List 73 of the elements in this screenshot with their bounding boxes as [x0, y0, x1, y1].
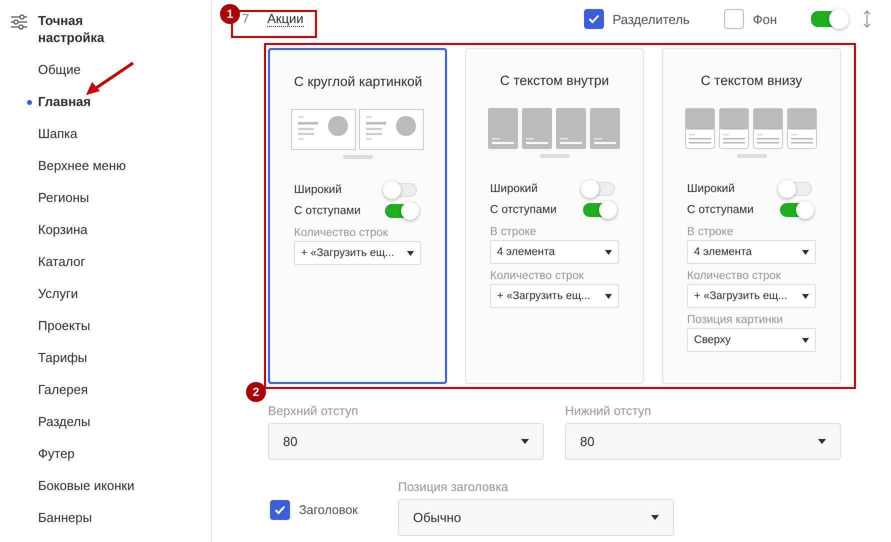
sidebar-item[interactable]: Проекты: [10, 316, 211, 348]
check-icon: [588, 14, 600, 24]
toggle-switch[interactable]: [811, 11, 847, 27]
sidebar-item[interactable]: Тарифы: [10, 348, 211, 380]
block-name-link[interactable]: Акции: [267, 11, 304, 27]
dropdown[interactable]: 80: [268, 423, 544, 460]
check-icon: [274, 505, 286, 515]
sidebar-item[interactable]: Галерея: [10, 380, 211, 412]
block-number: 7: [242, 11, 250, 27]
toggle-switch[interactable]: [780, 202, 812, 216]
layout-card[interactable]: С текстом внизу Широкий С отступами В строке 4 элемента Количество строк + «Загрузить ещ... Позиция картинки Сверху: [662, 48, 841, 384]
field-label: В строке: [687, 226, 734, 238]
sidebar-item[interactable]: Верхнее меню: [10, 156, 211, 188]
field-label: Количество строк: [294, 227, 389, 239]
field-label: Позиция заголовка: [398, 480, 510, 494]
caret-icon: [802, 294, 809, 298]
dropdown[interactable]: 4 элемента: [490, 240, 619, 264]
caret-icon: [605, 250, 612, 254]
checkbox-label: Фон: [752, 12, 777, 26]
field-label: Количество строк: [687, 270, 782, 282]
dropdown[interactable]: + «Загрузить ещ...: [490, 284, 619, 308]
sidebar-item[interactable]: Шапка: [10, 124, 211, 156]
resize-icon[interactable]: [863, 10, 871, 28]
field-label: Верхний отступ: [268, 404, 360, 418]
sidebar-item[interactable]: Корзина: [10, 220, 211, 252]
annotation-badge: 2: [246, 382, 266, 402]
sidebar-item[interactable]: Общие: [10, 60, 211, 92]
layout-card[interactable]: С текстом внутри Широкий С отступами В строке 4 элемента Количество строк + «Загрузить ещ...: [465, 48, 644, 384]
checkbox[interactable]: [584, 9, 604, 29]
dropdown[interactable]: 80: [565, 423, 841, 460]
layout-card[interactable]: С круглой картинкой Широкий С отступами Количество строк + «Загрузить ещ...: [268, 48, 447, 384]
caret-icon: [407, 250, 414, 256]
sidebar-item[interactable]: Регионы: [10, 188, 211, 220]
field-label: Количество строк: [490, 270, 585, 282]
annotation-badge: 1: [220, 4, 240, 24]
dropdown[interactable]: 4 элемента: [687, 240, 816, 264]
caret-icon: [802, 250, 809, 254]
settings-icon: [10, 14, 28, 30]
sidebar-title: Точная настройка: [38, 12, 106, 46]
dropdown[interactable]: Обычно: [398, 499, 674, 536]
checkbox[interactable]: [724, 9, 744, 29]
sidebar-item[interactable]: Каталог: [10, 252, 211, 284]
field-label: В строке: [490, 226, 538, 238]
field-label: Позиция картинки: [687, 314, 784, 326]
dropdown[interactable]: + «Загрузить ещ...: [687, 284, 816, 308]
sidebar-item[interactable]: Футер: [10, 444, 211, 476]
toggle-label: Широкий: [294, 184, 342, 196]
toggle-switch[interactable]: [583, 202, 615, 216]
sidebar-item[interactable]: Услуги: [10, 284, 211, 316]
caret-icon: [605, 294, 612, 298]
checkbox-label: Разделитель: [612, 12, 690, 26]
toggle-label: Широкий: [687, 182, 735, 194]
toggle-label: С отступами: [294, 204, 361, 216]
sidebar-item[interactable]: Боковые иконки: [10, 476, 211, 508]
card-title: С текстом внизу: [700, 73, 804, 88]
caret-icon: [521, 439, 529, 444]
toggle-label: С отступами: [490, 204, 557, 216]
sidebar-item[interactable]: Разделы: [10, 412, 211, 444]
caret-icon: [802, 338, 809, 342]
toggle-label: Широкий: [490, 182, 538, 194]
dropdown[interactable]: + «Загрузить ещ...: [294, 241, 421, 265]
field-label: Нижний отступ: [565, 404, 652, 418]
card-title: С круглой картинкой: [294, 74, 421, 89]
dropdown[interactable]: Сверху: [687, 328, 816, 352]
toggle-switch[interactable]: [385, 204, 417, 218]
checkbox[interactable]: [270, 500, 290, 520]
caret-icon: [651, 515, 659, 520]
caret-icon: [818, 439, 826, 444]
sidebar-item[interactable]: Баннеры: [10, 508, 211, 540]
checkbox-label: Заголовок: [299, 503, 358, 517]
toggle-label: С отступами: [687, 204, 754, 216]
card-title: С текстом внутри: [498, 73, 610, 88]
sidebar-item[interactable]: Главная: [10, 92, 211, 124]
